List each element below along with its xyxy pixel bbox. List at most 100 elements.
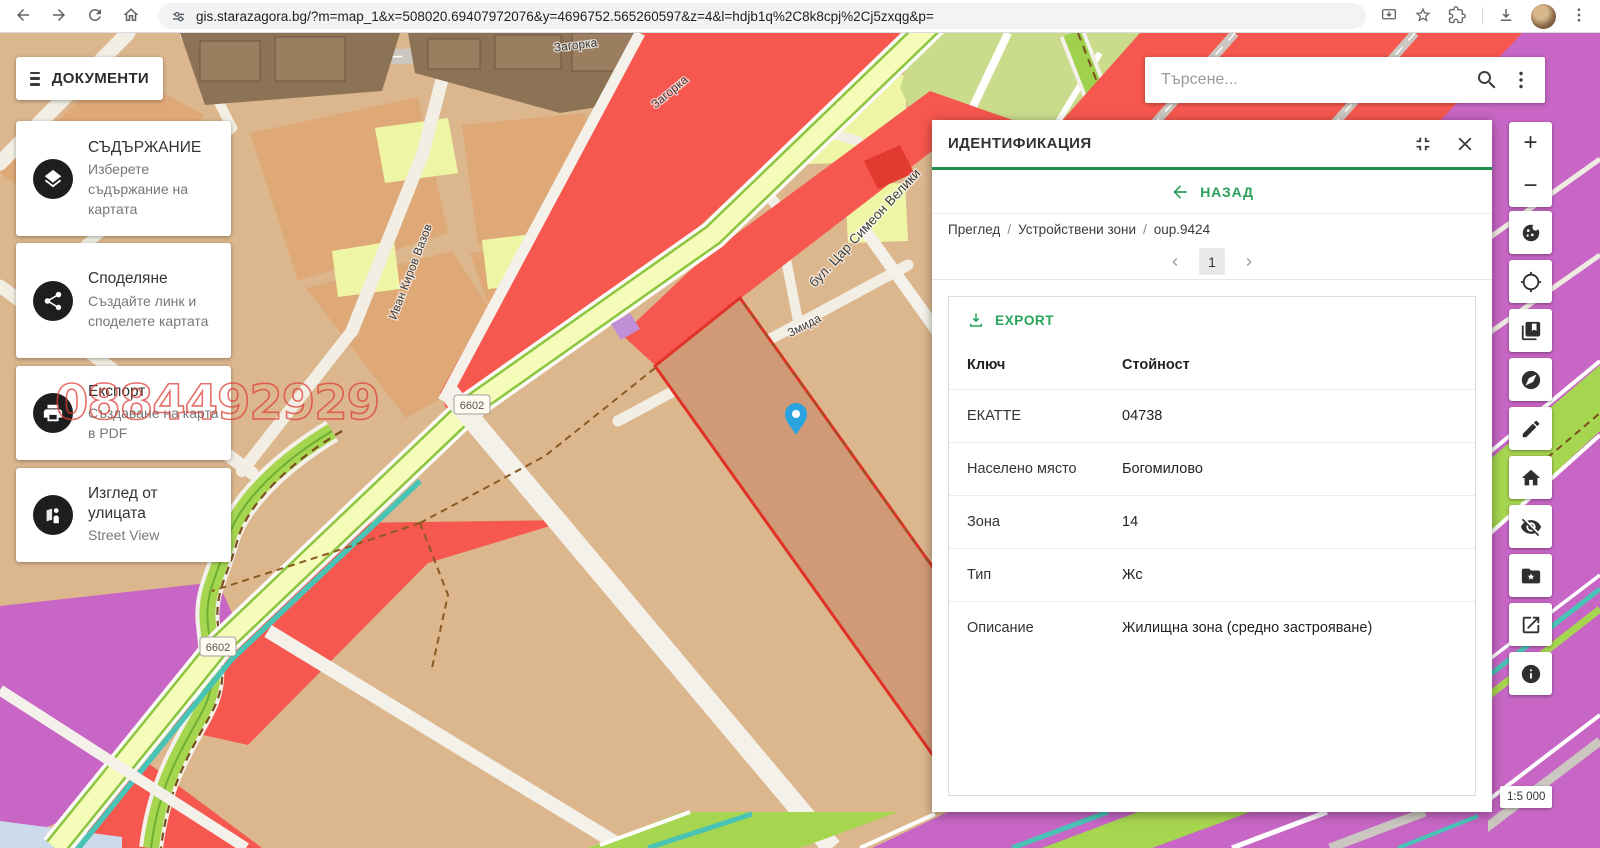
print-icon — [33, 393, 73, 433]
breadcrumb-item[interactable]: oup.9424 — [1154, 222, 1210, 237]
road-ref-label: 6602 — [206, 642, 230, 654]
browser-toolbar: gis.starazagora.bg/?m=map_1&x=508020.694… — [0, 0, 1600, 33]
road-ref-badge: 6602 — [200, 637, 236, 656]
bookmark-star-icon[interactable] — [1414, 6, 1434, 26]
back-icon[interactable] — [14, 6, 34, 26]
next-page-icon[interactable] — [1241, 254, 1257, 270]
share-icon — [33, 281, 73, 321]
table-header-row: Ключ Стойност — [949, 341, 1475, 389]
folder-star-icon — [1520, 565, 1542, 587]
breadcrumb-item[interactable]: Преглед — [948, 222, 1000, 237]
key-header: Ключ — [967, 357, 1122, 373]
zoom-out-button[interactable]: − — [1509, 165, 1552, 208]
identification-panel: ИДЕНТИФИКАЦИЯ НАЗАД Преглед / Устройствени… — [932, 120, 1492, 812]
search-menu-icon[interactable] — [1509, 68, 1533, 92]
layers-icon — [33, 159, 73, 199]
panel-title: ИДЕНТИФИКАЦИЯ — [948, 135, 1392, 152]
table-row: Тип Жс — [949, 548, 1475, 601]
cookie-icon — [1520, 222, 1542, 244]
row-key: Зона — [967, 514, 1122, 530]
saved-maps-button[interactable] — [1509, 554, 1552, 597]
downloads-icon[interactable] — [1497, 6, 1517, 26]
info-icon — [1520, 663, 1542, 685]
panel-header: ИДЕНТИФИКАЦИЯ — [932, 120, 1492, 167]
reload-icon[interactable] — [86, 6, 106, 26]
street-view-card[interactable]: Изглед от улицата Street View — [16, 468, 231, 562]
open-external-button[interactable] — [1509, 603, 1552, 646]
breadcrumb-separator: / — [1143, 222, 1147, 237]
export-card[interactable]: Експорт Създаване на карта в PDF — [16, 366, 231, 460]
card-title: Експорт — [88, 382, 219, 401]
row-value: 14 — [1122, 514, 1457, 530]
compass-icon — [1520, 369, 1542, 391]
home-icon[interactable] — [122, 6, 142, 26]
table-row: ЕКАТТЕ 04738 — [949, 389, 1475, 442]
toolbar-divider — [1482, 7, 1483, 25]
page-number[interactable]: 1 — [1199, 248, 1225, 275]
panel-content: EXPORT Ключ Стойност ЕКАТТЕ 04738 Населе… — [932, 280, 1492, 812]
pagination: 1 — [932, 244, 1492, 280]
row-key: ЕКАТТЕ — [967, 408, 1122, 424]
back-button[interactable]: НАЗАД — [932, 170, 1492, 214]
address-bar[interactable]: gis.starazagora.bg/?m=map_1&x=508020.694… — [158, 3, 1366, 29]
card-title: Споделяне — [88, 269, 219, 288]
street-view-icon — [33, 495, 73, 535]
zoom-in-button[interactable]: + — [1509, 122, 1552, 165]
search-icon[interactable] — [1475, 68, 1499, 92]
map-search — [1145, 57, 1545, 103]
info-button[interactable] — [1509, 652, 1552, 695]
eye-off-icon — [1520, 516, 1542, 538]
prev-page-icon[interactable] — [1167, 254, 1183, 270]
search-input[interactable] — [1161, 71, 1465, 89]
documents-menu-button[interactable]: ДОКУМЕНТИ — [16, 57, 163, 100]
documents-menu-label: ДОКУМЕНТИ — [52, 70, 149, 87]
application-window: gis.starazagora.bg/?m=map_1&x=508020.694… — [0, 0, 1600, 848]
row-key: Населено място — [967, 461, 1122, 477]
bookmark-icon — [1520, 320, 1542, 342]
breadcrumb-separator: / — [1007, 222, 1011, 237]
back-arrow-icon — [1170, 182, 1190, 202]
download-icon — [967, 311, 985, 329]
external-link-icon — [1520, 614, 1542, 636]
close-icon[interactable] — [1454, 133, 1476, 155]
locate-button[interactable] — [1509, 260, 1552, 303]
home-extent-button[interactable] — [1509, 456, 1552, 499]
row-value: Жс — [1122, 567, 1457, 583]
export-label: EXPORT — [995, 313, 1054, 328]
contents-card[interactable]: СЪДЪРЖАНИЕ Изберете съдържание на картат… — [16, 121, 231, 236]
zoom-control: + − — [1509, 122, 1552, 207]
collapse-icon[interactable] — [1412, 133, 1434, 155]
export-button[interactable]: EXPORT — [949, 297, 1475, 341]
card-desc: Street View — [88, 526, 219, 546]
breadcrumb-item[interactable]: Устройствени зони — [1018, 222, 1136, 237]
bottom-strip — [588, 812, 1488, 848]
url-text: gis.starazagora.bg/?m=map_1&x=508020.694… — [196, 9, 934, 24]
install-icon[interactable] — [1380, 6, 1400, 26]
card-desc: Създаване на карта в PDF — [88, 404, 219, 444]
compass-button[interactable] — [1509, 358, 1552, 401]
hide-layers-button[interactable] — [1509, 505, 1552, 548]
card-title: Изглед от улицата — [88, 484, 219, 523]
draw-button[interactable] — [1509, 407, 1552, 450]
table-row: Населено място Богомилово — [949, 442, 1475, 495]
road-ref-label: 6602 — [460, 400, 484, 412]
bookmarks-button[interactable] — [1509, 309, 1552, 352]
extensions-icon[interactable] — [1448, 6, 1468, 26]
site-settings-icon[interactable] — [170, 8, 187, 25]
share-card[interactable]: Споделяне Създайте линк и споделете карт… — [16, 243, 231, 358]
row-value: Жилищна зона (средно застрояване) — [1122, 620, 1457, 636]
table-row: Описание Жилищна зона (средно застрояван… — [949, 601, 1475, 654]
home-icon — [1520, 467, 1542, 489]
basemap-button[interactable] — [1509, 211, 1552, 254]
attributes-card: EXPORT Ключ Стойност ЕКАТТЕ 04738 Населе… — [948, 296, 1476, 796]
table-row: Зона 14 — [949, 495, 1475, 548]
road-ref-badge: 6602 — [454, 395, 490, 414]
row-value: Богомилово — [1122, 461, 1457, 477]
row-value: 04738 — [1122, 408, 1457, 424]
profile-avatar[interactable] — [1531, 4, 1556, 29]
card-title: СЪДЪРЖАНИЕ — [88, 138, 219, 157]
forward-icon[interactable] — [50, 6, 70, 26]
card-desc: Изберете съдържание на картата — [88, 160, 219, 220]
browser-menu-icon[interactable] — [1570, 6, 1590, 26]
value-header: Стойност — [1122, 357, 1457, 373]
